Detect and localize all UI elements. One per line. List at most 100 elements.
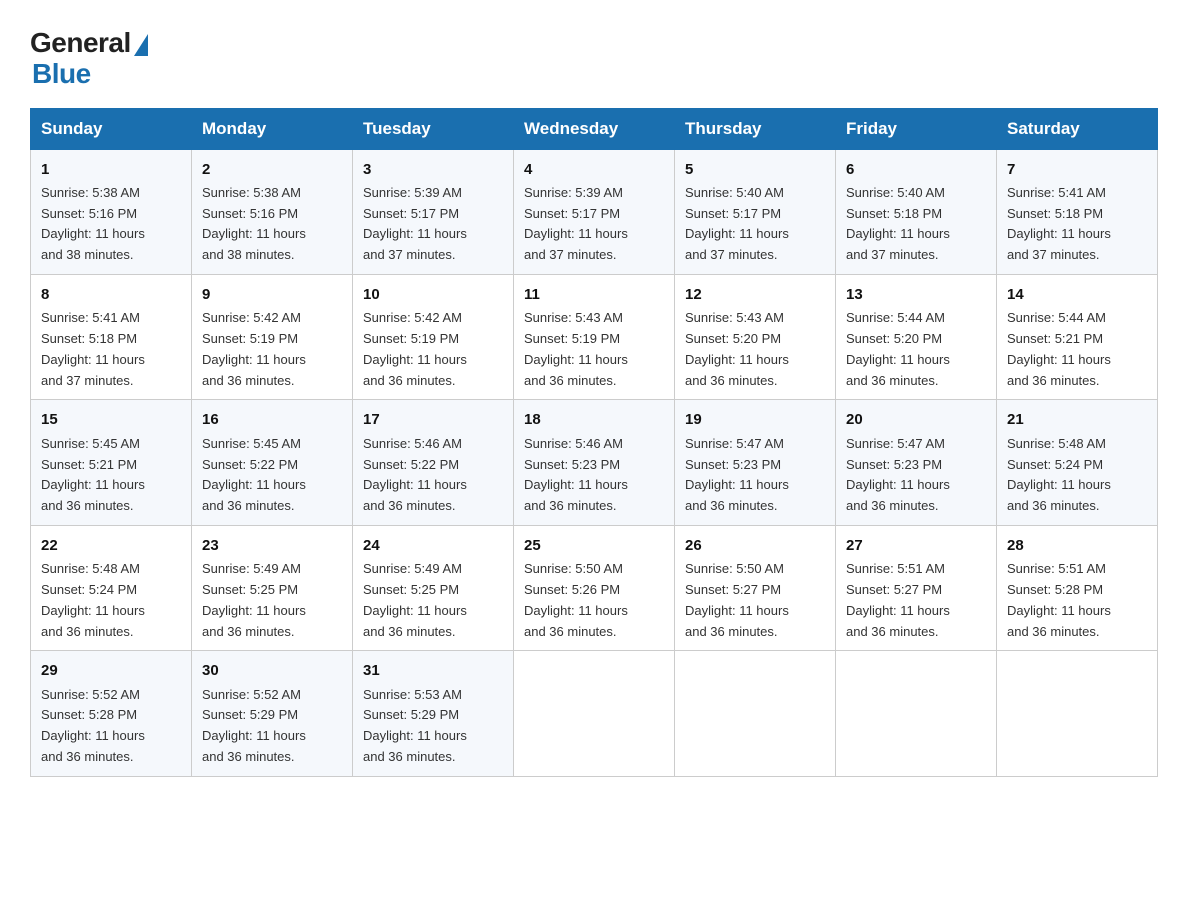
calendar-cell: 28Sunrise: 5:51 AMSunset: 5:28 PMDayligh… [997,525,1158,650]
calendar-cell: 24Sunrise: 5:49 AMSunset: 5:25 PMDayligh… [353,525,514,650]
calendar-cell: 23Sunrise: 5:49 AMSunset: 5:25 PMDayligh… [192,525,353,650]
calendar-cell: 17 Sunrise: 5:46 AMSunset: 5:22 PMDayligh… [353,400,514,525]
day-info: Sunrise: 5:40 AMSunset: 5:18 PMDaylight:… [846,183,986,266]
day-info: Sunrise: 5:46 AMSunset: 5:22 PMDaylight:… [363,434,503,517]
day-number: 19 [685,408,825,431]
day-number: 30 [202,659,342,682]
day-info: Sunrise: 5:51 AMSunset: 5:28 PMDaylight:… [1007,559,1147,642]
day-number: 18 [524,408,664,431]
day-number: 3 [363,158,503,181]
day-info: Sunrise: 5:51 AMSunset: 5:27 PMDaylight:… [846,559,986,642]
calendar-cell: 3Sunrise: 5:39 AMSunset: 5:17 PMDaylight… [353,149,514,274]
day-number: 12 [685,283,825,306]
calendar-cell: 6Sunrise: 5:40 AMSunset: 5:18 PMDaylight… [836,149,997,274]
day-info: Sunrise: 5:46 AMSunset: 5:23 PMDaylight:… [524,434,664,517]
day-number: 25 [524,534,664,557]
day-number: 4 [524,158,664,181]
calendar-cell: 31 Sunrise: 5:53 AMSunset: 5:29 PMDayligh… [353,651,514,776]
day-info: Sunrise: 5:39 AMSunset: 5:17 PMDaylight:… [524,183,664,266]
day-info: Sunrise: 5:43 AMSunset: 5:20 PMDaylight:… [685,308,825,391]
day-number: 8 [41,283,181,306]
weekday-header-monday: Monday [192,108,353,149]
weekday-header-tuesday: Tuesday [353,108,514,149]
calendar-cell: 15Sunrise: 5:45 AMSunset: 5:21 PMDayligh… [31,400,192,525]
weekday-header-sunday: Sunday [31,108,192,149]
calendar-cell: 25Sunrise: 5:50 AMSunset: 5:26 PMDayligh… [514,525,675,650]
day-number: 22 [41,534,181,557]
calendar-cell: 13Sunrise: 5:44 AMSunset: 5:20 PMDayligh… [836,275,997,400]
day-info: Sunrise: 5:39 AMSunset: 5:17 PMDaylight:… [363,183,503,266]
day-info: Sunrise: 5:41 AMSunset: 5:18 PMDaylight:… [41,308,181,391]
day-number: 20 [846,408,986,431]
day-number: 28 [1007,534,1147,557]
day-info: Sunrise: 5:50 AMSunset: 5:26 PMDaylight:… [524,559,664,642]
calendar-cell: 29 Sunrise: 5:52 AMSunset: 5:28 PMDayligh… [31,651,192,776]
day-info: Sunrise: 5:53 AMSunset: 5:29 PMDaylight:… [363,685,503,768]
logo-general: General [30,28,131,59]
day-number: 26 [685,534,825,557]
day-info: Sunrise: 5:47 AMSunset: 5:23 PMDaylight:… [846,434,986,517]
day-number: 11 [524,283,664,306]
calendar-cell: 5Sunrise: 5:40 AMSunset: 5:17 PMDaylight… [675,149,836,274]
day-info: Sunrise: 5:48 AMSunset: 5:24 PMDaylight:… [41,559,181,642]
logo-blue: Blue [32,58,91,89]
day-info: Sunrise: 5:42 AMSunset: 5:19 PMDaylight:… [202,308,342,391]
calendar-cell: 19 Sunrise: 5:47 AMSunset: 5:23 PMDayligh… [675,400,836,525]
weekday-header-thursday: Thursday [675,108,836,149]
calendar-cell: 10Sunrise: 5:42 AMSunset: 5:19 PMDayligh… [353,275,514,400]
calendar-cell: 1Sunrise: 5:38 AMSunset: 5:16 PMDaylight… [31,149,192,274]
day-info: Sunrise: 5:42 AMSunset: 5:19 PMDaylight:… [363,308,503,391]
day-number: 24 [363,534,503,557]
day-info: Sunrise: 5:52 AMSunset: 5:29 PMDaylight:… [202,685,342,768]
calendar-cell [514,651,675,776]
page-header: General Blue [30,20,1158,90]
weekday-header-friday: Friday [836,108,997,149]
day-info: Sunrise: 5:41 AMSunset: 5:18 PMDaylight:… [1007,183,1147,266]
calendar-cell: 9Sunrise: 5:42 AMSunset: 5:19 PMDaylight… [192,275,353,400]
calendar-week-row-5: 29 Sunrise: 5:52 AMSunset: 5:28 PMDayligh… [31,651,1158,776]
day-info: Sunrise: 5:49 AMSunset: 5:25 PMDaylight:… [363,559,503,642]
day-number: 1 [41,158,181,181]
day-number: 23 [202,534,342,557]
day-info: Sunrise: 5:45 AMSunset: 5:22 PMDaylight:… [202,434,342,517]
calendar-cell: 26Sunrise: 5:50 AMSunset: 5:27 PMDayligh… [675,525,836,650]
day-info: Sunrise: 5:40 AMSunset: 5:17 PMDaylight:… [685,183,825,266]
calendar-cell: 30 Sunrise: 5:52 AMSunset: 5:29 PMDayligh… [192,651,353,776]
calendar-cell: 16Sunrise: 5:45 AMSunset: 5:22 PMDayligh… [192,400,353,525]
day-info: Sunrise: 5:38 AMSunset: 5:16 PMDaylight:… [202,183,342,266]
calendar-cell [675,651,836,776]
calendar-cell: 18 Sunrise: 5:46 AMSunset: 5:23 PMDayligh… [514,400,675,525]
calendar-week-row-3: 15Sunrise: 5:45 AMSunset: 5:21 PMDayligh… [31,400,1158,525]
day-number: 31 [363,659,503,682]
calendar-cell: 21Sunrise: 5:48 AMSunset: 5:24 PMDayligh… [997,400,1158,525]
calendar-cell: 22Sunrise: 5:48 AMSunset: 5:24 PMDayligh… [31,525,192,650]
calendar-cell: 4Sunrise: 5:39 AMSunset: 5:17 PMDaylight… [514,149,675,274]
calendar-week-row-1: 1 Sunrise: 5:38 AMSunset: 5:16 PMDaylight… [31,149,1158,274]
day-number: 9 [202,283,342,306]
day-number: 13 [846,283,986,306]
day-number: 27 [846,534,986,557]
day-number: 21 [1007,408,1147,431]
calendar-cell: 27Sunrise: 5:51 AMSunset: 5:27 PMDayligh… [836,525,997,650]
calendar-cell: 11Sunrise: 5:43 AMSunset: 5:19 PMDayligh… [514,275,675,400]
calendar-cell: 12Sunrise: 5:43 AMSunset: 5:20 PMDayligh… [675,275,836,400]
calendar-cell: 8Sunrise: 5:41 AMSunset: 5:18 PMDaylight… [31,275,192,400]
weekday-header-wednesday: Wednesday [514,108,675,149]
calendar-cell [836,651,997,776]
calendar-week-row-2: 8Sunrise: 5:41 AMSunset: 5:18 PMDaylight… [31,275,1158,400]
calendar-table: SundayMondayTuesdayWednesdayThursdayFrid… [30,108,1158,777]
calendar-cell: 14Sunrise: 5:44 AMSunset: 5:21 PMDayligh… [997,275,1158,400]
calendar-cell: 7Sunrise: 5:41 AMSunset: 5:18 PMDaylight… [997,149,1158,274]
day-number: 17 [363,408,503,431]
day-number: 14 [1007,283,1147,306]
day-info: Sunrise: 5:45 AMSunset: 5:21 PMDaylight:… [41,434,181,517]
calendar-week-row-4: 22Sunrise: 5:48 AMSunset: 5:24 PMDayligh… [31,525,1158,650]
weekday-header-row: SundayMondayTuesdayWednesdayThursdayFrid… [31,108,1158,149]
weekday-header-saturday: Saturday [997,108,1158,149]
day-number: 29 [41,659,181,682]
calendar-cell: 2Sunrise: 5:38 AMSunset: 5:16 PMDaylight… [192,149,353,274]
day-info: Sunrise: 5:47 AMSunset: 5:23 PMDaylight:… [685,434,825,517]
day-info: Sunrise: 5:44 AMSunset: 5:20 PMDaylight:… [846,308,986,391]
day-number: 5 [685,158,825,181]
day-info: Sunrise: 5:52 AMSunset: 5:28 PMDaylight:… [41,685,181,768]
